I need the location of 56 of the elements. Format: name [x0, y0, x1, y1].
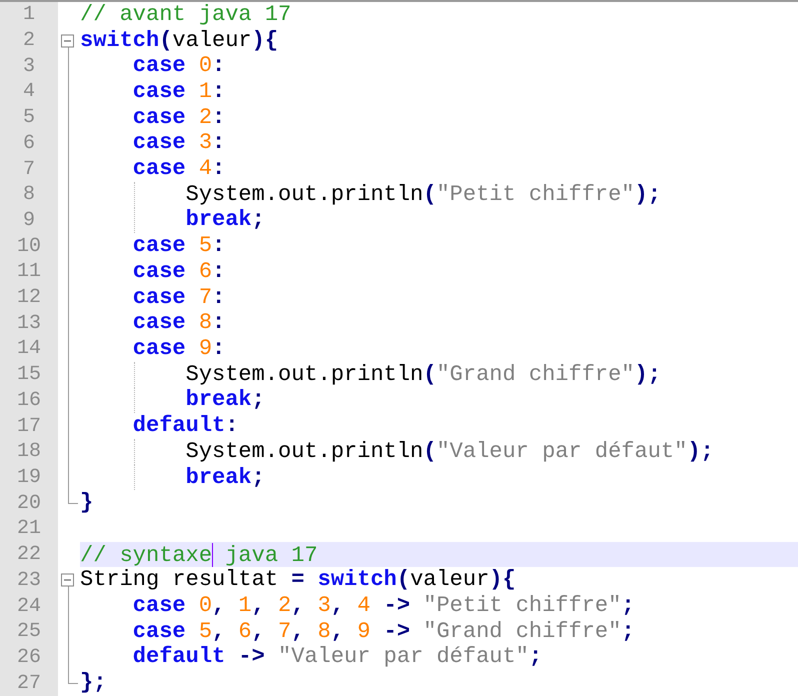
line-number: 1 — [0, 2, 58, 28]
line-number: 21 — [0, 516, 58, 542]
line-number: 4 — [0, 79, 58, 105]
line-number: 18 — [0, 438, 58, 465]
line-number: 8 — [0, 182, 58, 208]
code-line: System.out.println("Petit chiffre"); — [184, 184, 661, 206]
code-line: case 0, 1, 2, 3, 4 -> "Petit chiffre"; — [132, 595, 635, 618]
line-number: 19 — [0, 464, 58, 490]
code-line: switch(valeur){ — [80, 30, 278, 52]
code-line: } — [80, 492, 94, 514]
line-number: 3 — [0, 53, 58, 80]
code-line: case 5, 6, 7, 8, 9 -> "Grand chiffre"; — [132, 620, 635, 643]
code-line: default: — [132, 415, 238, 438]
line-number: 14 — [0, 336, 58, 362]
line-number: 26 — [0, 644, 58, 670]
code-line: break; — [184, 389, 265, 412]
code-line: // syntaxe java 17 — [80, 542, 318, 567]
line-number: 7 — [0, 156, 58, 182]
line-number: 6 — [0, 130, 58, 156]
code-line: case 0: — [132, 55, 226, 78]
code-line: case 8: — [132, 312, 226, 334]
code-line: // avant java 17 — [80, 4, 292, 26]
line-number: 24 — [0, 593, 58, 619]
line-number: 5 — [0, 104, 58, 131]
code-line: }; — [80, 672, 106, 694]
line-number: 15 — [0, 362, 58, 388]
line-number: 17 — [0, 413, 58, 439]
code-line: break; — [184, 466, 265, 488]
line-number: 22 — [0, 542, 58, 568]
code-line: case 1: — [132, 80, 226, 103]
line-number: 25 — [0, 618, 58, 645]
line-number: 11 — [0, 259, 58, 285]
line-number: 10 — [0, 233, 58, 260]
code-line: default -> "Valeur par défaut"; — [132, 646, 542, 668]
code-line: case 3: — [132, 132, 226, 154]
code-line: case 6: — [132, 260, 226, 283]
code-line: String resultat = switch(valeur){ — [80, 569, 516, 592]
code-line: case 9: — [132, 338, 226, 360]
line-number: 2 — [0, 28, 58, 54]
fold-toggle[interactable] — [61, 34, 74, 48]
code-line: case 4: — [132, 158, 226, 180]
code-line: break; — [184, 209, 265, 232]
fold-toggle[interactable] — [61, 574, 74, 587]
line-number: 9 — [0, 208, 58, 234]
line-number: 12 — [0, 284, 58, 310]
line-number: 20 — [0, 490, 58, 516]
code-line: case 7: — [132, 286, 226, 309]
code-line: case 2: — [132, 106, 226, 129]
code-line: System.out.println("Valeur par défaut"); — [184, 440, 714, 463]
line-number: 16 — [0, 388, 58, 414]
code-line: System.out.println("Grand chiffre"); — [184, 364, 661, 386]
line-number: 13 — [0, 310, 58, 336]
line-number: 23 — [0, 567, 58, 594]
code-editor[interactable] — [0, 0, 798, 696]
code-line: case 5: — [132, 235, 226, 258]
line-number: 27 — [0, 670, 58, 696]
